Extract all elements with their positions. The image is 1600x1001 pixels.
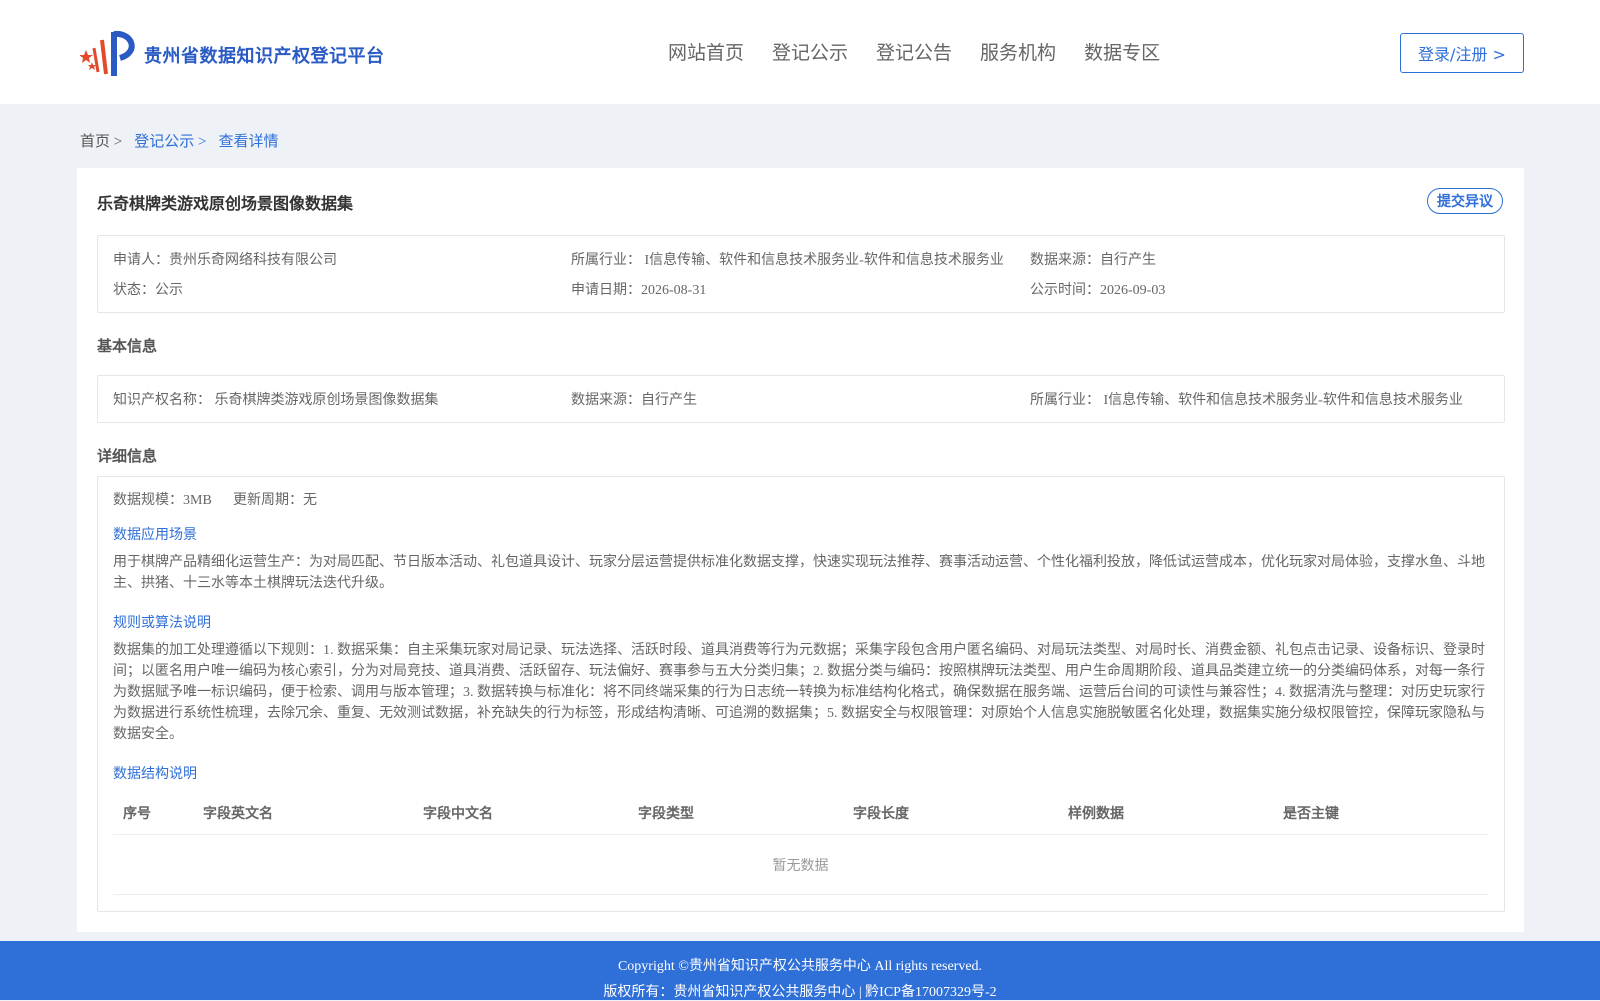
nav-data-zone[interactable]: 数据专区 bbox=[1084, 38, 1160, 65]
page-title: 乐奇棋牌类游戏原创场景图像数据集 bbox=[97, 194, 354, 213]
col-field-type: 字段类型 bbox=[638, 806, 694, 822]
col-chinese-name: 字段中文名 bbox=[423, 806, 493, 822]
breadcrumb-current: 查看详情 bbox=[218, 134, 279, 150]
breadcrumb-home[interactable]: 首页 > bbox=[80, 130, 122, 151]
status-text: 状态：公示 bbox=[113, 283, 183, 298]
site-header: 贵州省数据知识产权登记平台 网站首页 登记公示 登记公告 服务机构 数据专区 登… bbox=[0, 0, 1600, 104]
nav-home[interactable]: 网站首页 bbox=[668, 38, 744, 65]
col-primary-key: 是否主键 bbox=[1283, 806, 1339, 822]
detail-info-box: 数据规模：3MB 更新周期：无 数据应用场景 用于棋牌产品精细化运营生产：为对局… bbox=[97, 476, 1505, 912]
publish-time-text: 公示时间：2026-09-03 bbox=[1030, 283, 1166, 298]
main-nav: 网站首页 登记公示 登记公告 服务机构 数据专区 bbox=[668, 38, 1160, 65]
site-name[interactable]: 贵州省数据知识产权登记平台 bbox=[144, 42, 385, 68]
rules-heading: 规则或算法说明 bbox=[113, 616, 211, 631]
applicant-text: 申请人：贵州乐奇网络科技有限公司 bbox=[113, 253, 337, 268]
apply-date-text: 申请日期：2026-08-31 bbox=[571, 283, 707, 298]
industry-text: 所属行业： I信息传输、软件和信息技术服务业-软件和信息技术服务业 bbox=[571, 253, 1004, 268]
login-register-button[interactable]: 登录/注册 > bbox=[1400, 33, 1524, 73]
submit-objection-button[interactable]: 提交异议 bbox=[1427, 188, 1503, 214]
footer-owner: 版权所有：贵州省知识产权公共服务中心 | 黔ICP备17007329号-2 bbox=[603, 985, 997, 1000]
nav-registration-announcement[interactable]: 登记公告 bbox=[876, 38, 952, 65]
basic-info-box: 知识产权名称： 乐奇棋牌类游戏原创场景图像数据集 数据来源：自行产生 所属行业：… bbox=[97, 375, 1505, 423]
scenario-heading: 数据应用场景 bbox=[113, 528, 197, 543]
structure-table-header: 序号 字段英文名 字段中文名 字段类型 字段长度 样例数据 是否主键 bbox=[113, 795, 1488, 835]
summary-box: 申请人：贵州乐奇网络科技有限公司 所属行业： I信息传输、软件和信息技术服务业-… bbox=[97, 235, 1505, 313]
col-english-name: 字段英文名 bbox=[203, 806, 273, 822]
scenario-text: 用于棋牌产品精细化运营生产：为对局匹配、节日版本活动、礼包道具设计、玩家分层运营… bbox=[113, 555, 1485, 591]
col-index: 序号 bbox=[123, 806, 151, 822]
basic-info-heading: 基本信息 bbox=[97, 337, 158, 355]
col-field-length: 字段长度 bbox=[853, 806, 909, 822]
rules-text: 数据集的加工处理遵循以下规则：1. 数据采集：自主采集玩家对局记录、玩法选择、活… bbox=[113, 643, 1485, 742]
site-footer: Copyright ©贵州省知识产权公共服务中心 All rights rese… bbox=[0, 941, 1600, 1000]
data-source-text: 数据来源：自行产生 bbox=[1030, 253, 1156, 268]
detail-card: 乐奇棋牌类游戏原创场景图像数据集 提交异议 申请人：贵州乐奇网络科技有限公司 所… bbox=[77, 168, 1524, 932]
table-empty-state: 暂无数据 bbox=[113, 835, 1488, 895]
col-sample-data: 样例数据 bbox=[1068, 806, 1124, 822]
update-cycle-text: 更新周期：无 bbox=[233, 493, 317, 508]
ip-name-text: 知识产权名称： 乐奇棋牌类游戏原创场景图像数据集 bbox=[113, 393, 439, 408]
basic-source-text: 数据来源：自行产生 bbox=[571, 393, 697, 408]
data-scale-text: 数据规模：3MB bbox=[113, 493, 212, 508]
nav-registration-publicity[interactable]: 登记公示 bbox=[772, 38, 848, 65]
footer-copyright: Copyright ©贵州省知识产权公共服务中心 All rights rese… bbox=[617, 959, 983, 974]
structure-heading: 数据结构说明 bbox=[113, 767, 197, 782]
basic-industry-text: 所属行业： I信息传输、软件和信息技术服务业-软件和信息技术服务业 bbox=[1030, 393, 1463, 408]
nav-service-agencies[interactable]: 服务机构 bbox=[980, 38, 1056, 65]
platform-logo-icon[interactable] bbox=[80, 28, 138, 78]
breadcrumb-section[interactable]: 登记公示 > bbox=[134, 130, 206, 151]
detail-info-heading: 详细信息 bbox=[97, 447, 158, 465]
breadcrumb: 首页 > 登记公示 > 查看详情 bbox=[80, 130, 278, 151]
